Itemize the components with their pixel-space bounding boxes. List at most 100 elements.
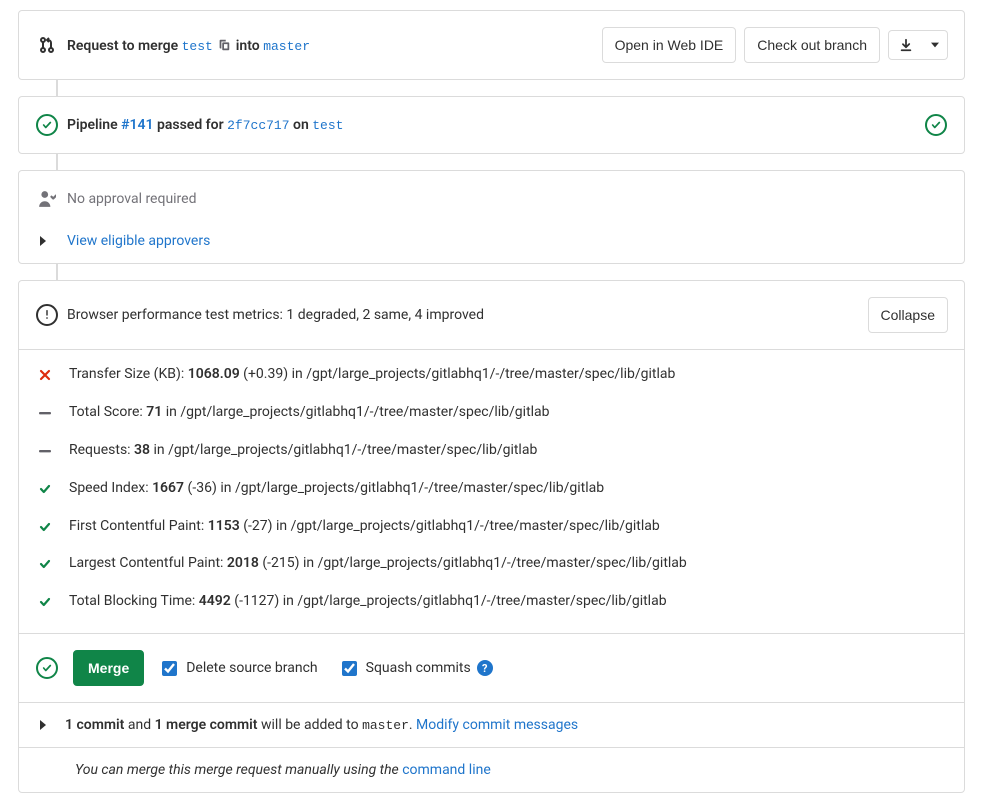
merge-request-title-line: Request to merge test into master: [67, 37, 594, 54]
download-split-button[interactable]: [888, 30, 948, 60]
merge-request-header: Request to merge test into master Open i…: [18, 10, 965, 80]
approver-icon: [35, 187, 59, 211]
merge-ready-icon: [35, 656, 59, 680]
pipeline-panel: Pipeline #141 passed for 2f7cc717 on tes…: [18, 96, 965, 154]
no-approval-label: No approval required: [67, 191, 197, 207]
pipeline-prefix: Pipeline: [67, 117, 118, 133]
metric-name: Largest Contentful Paint:: [69, 555, 227, 571]
metric-path: /gpt/large_projects/gitlabhq1/-/tree/mas…: [297, 593, 666, 609]
metric-in-label: in: [303, 555, 314, 571]
alert-icon: [35, 303, 59, 327]
metric-text: Requests: 38 in /gpt/large_projects/gitl…: [69, 438, 948, 464]
connector: [56, 264, 58, 280]
metric-name: Requests:: [69, 442, 134, 458]
perf-summary-prefix: Browser performance test metrics:: [67, 307, 283, 323]
manual-merge-row: You can merge this merge request manuall…: [19, 747, 964, 792]
metric-item: Total Score: 71 in /gpt/large_projects/g…: [35, 394, 948, 432]
metric-path: /gpt/large_projects/gitlabhq1/-/tree/mas…: [168, 442, 537, 458]
metric-value: 71: [146, 404, 162, 420]
metric-status-icon: [35, 407, 55, 419]
merge-button[interactable]: Merge: [73, 650, 144, 686]
metric-delta: (+0.39): [243, 366, 288, 382]
merge-options: Delete source branch Squash commits ?: [158, 658, 493, 679]
metric-status-icon: [35, 596, 55, 608]
target-branch-mono: master: [362, 718, 409, 733]
manual-merge-text: You can merge this merge request manuall…: [75, 762, 402, 778]
pipeline-passed-right-icon: [924, 113, 948, 137]
metric-item: Speed Index: 1667 (-36) in /gpt/large_pr…: [35, 470, 948, 508]
metric-item: Transfer Size (KB): 1068.09 (+0.39) in /…: [35, 356, 948, 394]
header-actions: Open in Web IDE Check out branch: [602, 27, 948, 63]
pipeline-branch-link[interactable]: test: [312, 118, 343, 133]
metric-status-icon: [35, 369, 55, 381]
delete-source-branch-checkbox[interactable]: [162, 661, 177, 676]
metric-value: 2018: [227, 555, 259, 571]
modify-commit-messages-link[interactable]: Modify commit messages: [416, 717, 578, 733]
metrics-list: Transfer Size (KB): 1068.09 (+0.39) in /…: [19, 349, 964, 633]
pipeline-passed-label: passed for: [157, 117, 224, 133]
squash-commits-checkbox[interactable]: [342, 661, 357, 676]
squash-help-icon[interactable]: ?: [477, 660, 493, 676]
commit-count-2: 1 merge commit: [155, 717, 258, 733]
performance-panel: Browser performance test metrics: 1 degr…: [18, 280, 965, 793]
view-approvers-link[interactable]: View eligible approvers: [67, 233, 210, 249]
metric-name: Total Blocking Time:: [69, 593, 199, 609]
delete-branch-label: Delete source branch: [186, 660, 317, 676]
metric-delta: (-27): [243, 518, 272, 534]
download-icon-button[interactable]: [888, 30, 924, 60]
metric-in-label: in: [276, 518, 287, 534]
metric-name: First Contentful Paint:: [69, 518, 208, 534]
view-approvers-row[interactable]: View eligible approvers: [19, 221, 964, 263]
chevron-right-icon: [35, 233, 51, 249]
collapse-button[interactable]: Collapse: [868, 297, 948, 333]
connector: [56, 154, 58, 170]
merge-request-icon: [35, 33, 59, 57]
target-branch-link[interactable]: master: [263, 39, 310, 54]
command-line-link[interactable]: command line: [402, 762, 491, 778]
metric-value: 1667: [152, 480, 184, 496]
squash-label: Squash commits: [366, 660, 471, 676]
connector: [56, 80, 58, 96]
chevron-right-icon: [35, 717, 51, 733]
metric-value: 1153: [208, 518, 240, 534]
check-out-branch-button[interactable]: Check out branch: [744, 27, 880, 63]
metric-delta: (-1127): [234, 593, 279, 609]
metric-value: 1068.09: [188, 366, 240, 382]
pipeline-id-link[interactable]: #141: [121, 117, 153, 133]
perf-summary-counts: 1 degraded, 2 same, 4 improved: [286, 307, 484, 323]
open-web-ide-button[interactable]: Open in Web IDE: [602, 27, 737, 63]
metric-item: First Contentful Paint: 1153 (-27) in /g…: [35, 508, 948, 546]
metric-status-icon: [35, 483, 55, 495]
metric-path: /gpt/large_projects/gitlabhq1/-/tree/mas…: [306, 366, 675, 382]
metric-item: Largest Contentful Paint: 2018 (-215) in…: [35, 545, 948, 583]
commits-summary-text: 1 commit and 1 merge commit will be adde…: [65, 717, 578, 733]
metric-path: /gpt/large_projects/gitlabhq1/-/tree/mas…: [235, 480, 604, 496]
commits-summary-row[interactable]: 1 commit and 1 merge commit will be adde…: [19, 702, 964, 747]
source-branch-link[interactable]: test: [182, 39, 213, 54]
pipeline-on-label: on: [293, 117, 309, 133]
request-label: Request to merge: [67, 38, 178, 54]
metric-path: /gpt/large_projects/gitlabhq1/-/tree/mas…: [180, 404, 549, 420]
pipeline-status-icon: [35, 113, 59, 137]
metric-text: Transfer Size (KB): 1068.09 (+0.39) in /…: [69, 362, 948, 388]
metric-text: Largest Contentful Paint: 2018 (-215) in…: [69, 551, 948, 577]
metric-in-label: in: [154, 442, 165, 458]
metric-path: /gpt/large_projects/gitlabhq1/-/tree/mas…: [318, 555, 687, 571]
metric-item: Requests: 38 in /gpt/large_projects/gitl…: [35, 432, 948, 470]
delete-source-branch-option[interactable]: Delete source branch: [158, 658, 317, 679]
metric-name: Speed Index:: [69, 480, 152, 496]
squash-commits-option[interactable]: Squash commits ?: [338, 658, 493, 679]
download-caret-button[interactable]: [923, 30, 948, 60]
approval-panel: No approval required View eligible appro…: [18, 170, 965, 264]
metric-status-icon: [35, 445, 55, 457]
metric-status-icon: [35, 521, 55, 533]
metric-name: Transfer Size (KB):: [69, 366, 188, 382]
metric-text: Total Score: 71 in /gpt/large_projects/g…: [69, 400, 948, 426]
metric-item: Total Blocking Time: 4492 (-1127) in /gp…: [35, 583, 948, 621]
copy-branch-icon[interactable]: [216, 37, 232, 53]
pipeline-sha-link[interactable]: 2f7cc717: [227, 118, 289, 133]
metric-value: 38: [134, 442, 150, 458]
metric-in-label: in: [220, 480, 231, 496]
commit-count-1: 1 commit: [65, 717, 124, 733]
metric-text: Total Blocking Time: 4492 (-1127) in /gp…: [69, 589, 948, 615]
